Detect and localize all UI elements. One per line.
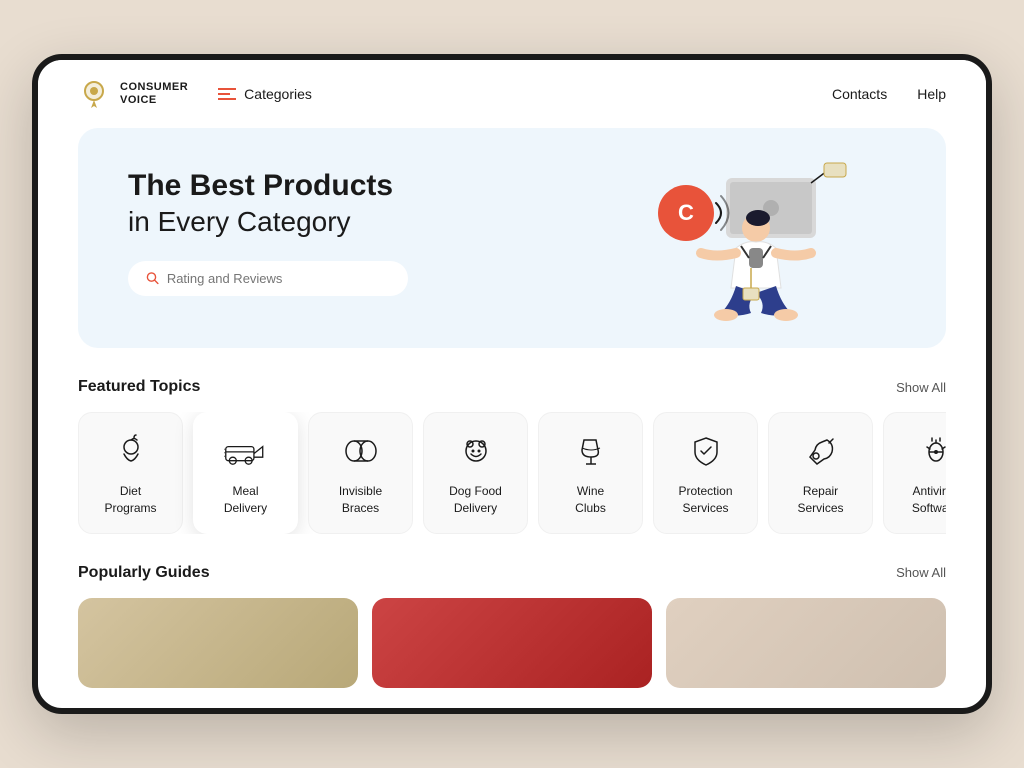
categories-label: Categories	[244, 86, 312, 102]
categories-nav[interactable]: Categories	[218, 86, 312, 102]
topic-card-antivirus[interactable]: AntivirusSoftware	[883, 412, 946, 534]
featured-section-header: Featured Topics Show All	[78, 378, 946, 396]
protection-icon	[684, 429, 728, 473]
logo-area[interactable]: CONSUMER VOICE	[78, 78, 188, 110]
braces-label: InvisibleBraces	[339, 483, 382, 517]
hero-illustration: C	[506, 138, 886, 348]
braces-icon	[339, 429, 383, 473]
repair-icon	[799, 429, 843, 473]
featured-show-all[interactable]: Show All	[896, 380, 946, 395]
protection-label: ProtectionServices	[678, 483, 732, 517]
header: CONSUMER VOICE Categories Contacts Help	[38, 60, 986, 128]
help-link[interactable]: Help	[917, 86, 946, 102]
guides-section: Popularly Guides Show All	[38, 554, 986, 708]
hero-title-bold: The Best Products	[128, 168, 508, 204]
topic-card-braces[interactable]: InvisibleBraces	[308, 412, 413, 534]
guides-section-header: Popularly Guides Show All	[78, 564, 946, 582]
wine-icon	[569, 429, 613, 473]
featured-section: Featured Topics Show All DietPrograms	[38, 368, 986, 554]
topic-card-wine[interactable]: WineClubs	[538, 412, 643, 534]
logo-icon	[78, 78, 110, 110]
antivirus-icon	[914, 429, 947, 473]
guide-card-2[interactable]	[372, 598, 652, 688]
search-input[interactable]	[167, 271, 390, 286]
meal-label: MealDelivery	[224, 483, 267, 517]
topics-grid: DietPrograms	[78, 412, 946, 534]
logo-text: CONSUMER VOICE	[120, 81, 188, 107]
guide-card-1[interactable]	[78, 598, 358, 688]
featured-title: Featured Topics	[78, 378, 200, 396]
hamburger-icon	[218, 88, 236, 100]
device-frame: CONSUMER VOICE Categories Contacts Help …	[32, 54, 992, 714]
dogfood-icon	[454, 429, 498, 473]
diet-icon	[109, 429, 153, 473]
wine-label: WineClubs	[575, 483, 606, 517]
guide-card-3[interactable]	[666, 598, 946, 688]
guides-show-all[interactable]: Show All	[896, 565, 946, 580]
topic-card-repair[interactable]: RepairServices	[768, 412, 873, 534]
topic-card-dogfood[interactable]: Dog FoodDelivery	[423, 412, 528, 534]
guides-grid	[78, 598, 946, 688]
topic-card-protection[interactable]: ProtectionServices	[653, 412, 758, 534]
hero-title-light: in Every Category	[128, 204, 508, 240]
hero-content: The Best Products in Every Category	[128, 168, 508, 295]
svg-text:C: C	[678, 200, 694, 225]
repair-label: RepairServices	[797, 483, 843, 517]
header-right: Contacts Help	[832, 86, 946, 102]
diet-label: DietPrograms	[104, 483, 156, 517]
meal-icon	[224, 429, 268, 473]
search-icon	[146, 271, 159, 285]
topic-card-diet[interactable]: DietPrograms	[78, 412, 183, 534]
antivirus-label: AntivirusSoftware	[912, 483, 946, 517]
dogfood-label: Dog FoodDelivery	[449, 483, 502, 517]
guides-title: Popularly Guides	[78, 564, 210, 582]
topic-card-meal[interactable]: MealDelivery	[193, 412, 298, 534]
search-box[interactable]	[128, 261, 408, 296]
contacts-link[interactable]: Contacts	[832, 86, 887, 102]
hero-banner: The Best Products in Every Category	[78, 128, 946, 348]
